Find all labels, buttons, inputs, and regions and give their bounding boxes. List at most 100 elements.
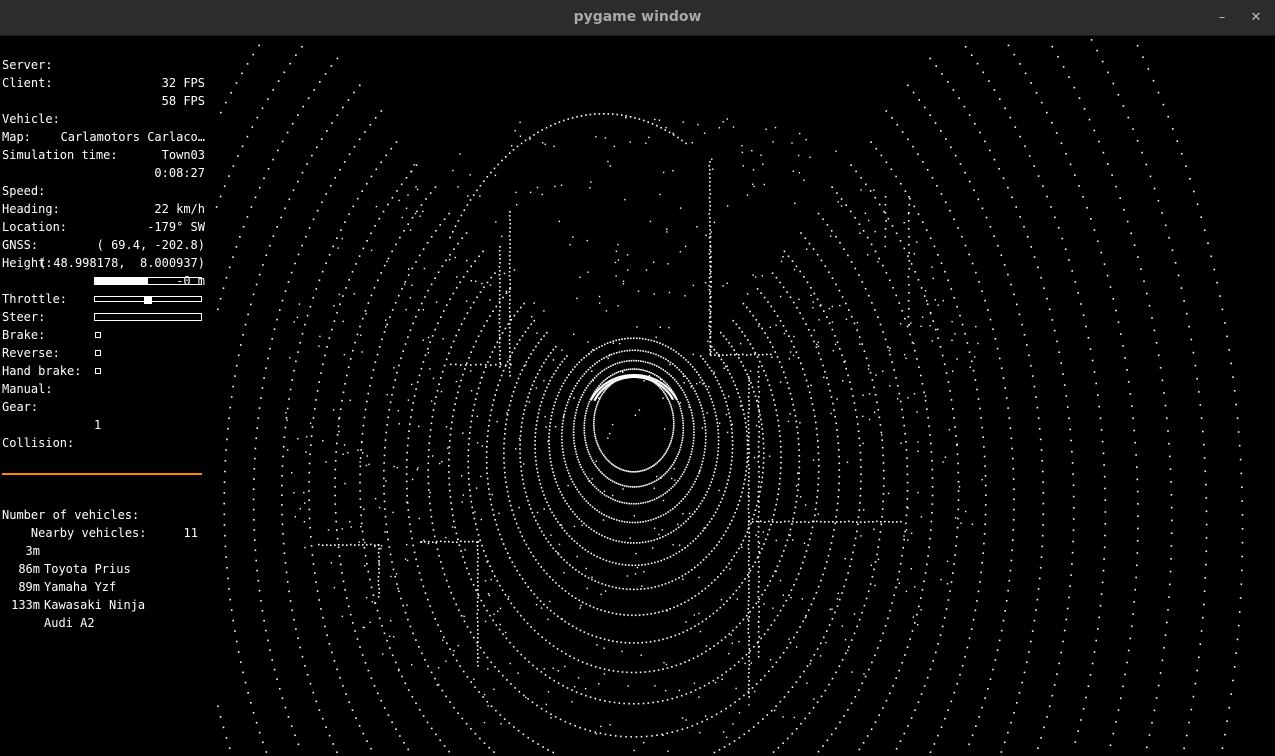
lidar-point xyxy=(912,145,914,148)
lidar-point xyxy=(509,316,511,318)
lidar-point xyxy=(336,442,338,445)
lidar-point xyxy=(735,589,738,592)
lidar-point xyxy=(553,145,555,148)
lidar-point xyxy=(845,652,847,655)
lidar-point xyxy=(693,425,695,428)
lidar-point xyxy=(850,315,853,318)
lidar-point xyxy=(681,441,683,444)
lidar-point xyxy=(591,459,594,462)
lidar-point xyxy=(726,483,728,485)
lidar-point xyxy=(589,605,591,607)
lidar-point xyxy=(314,572,316,574)
lidar-point xyxy=(486,176,489,178)
lidar-point xyxy=(552,547,555,550)
lidar-point xyxy=(586,407,588,410)
lidar-point xyxy=(1019,135,1021,138)
lidar-point xyxy=(518,506,520,509)
lidar-point xyxy=(455,397,458,399)
lidar-point xyxy=(377,580,380,582)
lidar-point xyxy=(561,618,563,620)
lidar-point xyxy=(746,373,749,376)
lidar-point xyxy=(830,542,833,544)
lidar-point xyxy=(862,230,865,232)
lidar-point xyxy=(758,426,761,428)
lidar-point xyxy=(770,305,773,308)
lidar-point xyxy=(528,392,531,394)
lidar-point xyxy=(707,487,710,490)
lidar-point xyxy=(725,566,728,568)
lidar-point xyxy=(672,418,675,421)
lidar-point xyxy=(469,306,472,309)
lidar-point xyxy=(682,419,684,422)
lidar-point xyxy=(451,526,454,528)
lidar-point xyxy=(758,611,760,613)
lidar-point xyxy=(533,134,535,136)
lidar-point xyxy=(859,487,862,490)
lidar-point xyxy=(552,645,555,647)
lidar-point xyxy=(882,370,884,372)
lidar-point xyxy=(306,674,309,676)
lidar-point xyxy=(763,296,766,299)
minimize-icon[interactable]: – xyxy=(1212,8,1232,28)
lidar-point xyxy=(611,423,614,426)
lidar-point xyxy=(800,521,802,523)
lidar-point xyxy=(798,298,800,300)
lidar-point xyxy=(517,377,520,380)
lidar-point xyxy=(374,602,376,604)
lidar-point xyxy=(792,517,794,520)
lidar-point xyxy=(704,494,707,496)
lidar-point xyxy=(455,603,457,606)
lidar-point xyxy=(347,99,350,101)
lidar-point xyxy=(831,305,833,308)
lidar-point xyxy=(805,323,807,325)
lidar-point xyxy=(758,451,760,453)
lidar-point xyxy=(661,378,663,381)
lidar-point xyxy=(405,308,407,311)
lidar-point xyxy=(491,570,494,572)
lidar-point xyxy=(698,472,700,475)
lidar-point xyxy=(315,399,317,401)
lidar-point xyxy=(476,296,478,299)
lidar-point xyxy=(678,403,680,405)
lidar-point xyxy=(455,363,457,366)
lidar-point xyxy=(664,452,666,455)
lidar-point xyxy=(580,466,583,468)
lidar-point xyxy=(845,367,847,370)
lidar-point xyxy=(584,728,586,731)
lidar-point xyxy=(348,153,351,156)
close-icon[interactable]: ✕ xyxy=(1246,8,1266,28)
lidar-point xyxy=(659,537,661,539)
lidar-point xyxy=(851,671,853,673)
lidar-point xyxy=(548,642,551,645)
lidar-point xyxy=(779,435,781,437)
lidar-point xyxy=(606,342,609,344)
lidar-point xyxy=(829,608,831,611)
lidar-point xyxy=(604,700,606,702)
lidar-point xyxy=(334,460,337,462)
lidar-point xyxy=(842,380,844,382)
lidar-point xyxy=(887,217,890,220)
lidar-point xyxy=(604,536,606,538)
lidar-point xyxy=(866,735,869,737)
lidar-point xyxy=(557,552,559,554)
lidar-point xyxy=(792,520,794,523)
lidar-point xyxy=(907,300,910,302)
lidar-point xyxy=(535,387,538,389)
lidar-point xyxy=(265,629,267,632)
lidar-point xyxy=(488,488,490,490)
lidar-point xyxy=(253,478,255,480)
lidar-point xyxy=(686,377,688,380)
lidar-point xyxy=(535,459,537,462)
lidar-point xyxy=(663,391,665,393)
lidar-point xyxy=(452,541,454,543)
lidar-point xyxy=(858,748,861,751)
lidar-point xyxy=(1053,684,1056,686)
lidar-point xyxy=(738,698,741,700)
lidar-point xyxy=(349,358,352,360)
lidar-point xyxy=(506,552,509,554)
lidar-point xyxy=(687,380,690,382)
lidar-point xyxy=(559,718,562,721)
lidar-point xyxy=(810,397,812,399)
lidar-point xyxy=(485,555,487,557)
lidar-point xyxy=(503,457,505,459)
